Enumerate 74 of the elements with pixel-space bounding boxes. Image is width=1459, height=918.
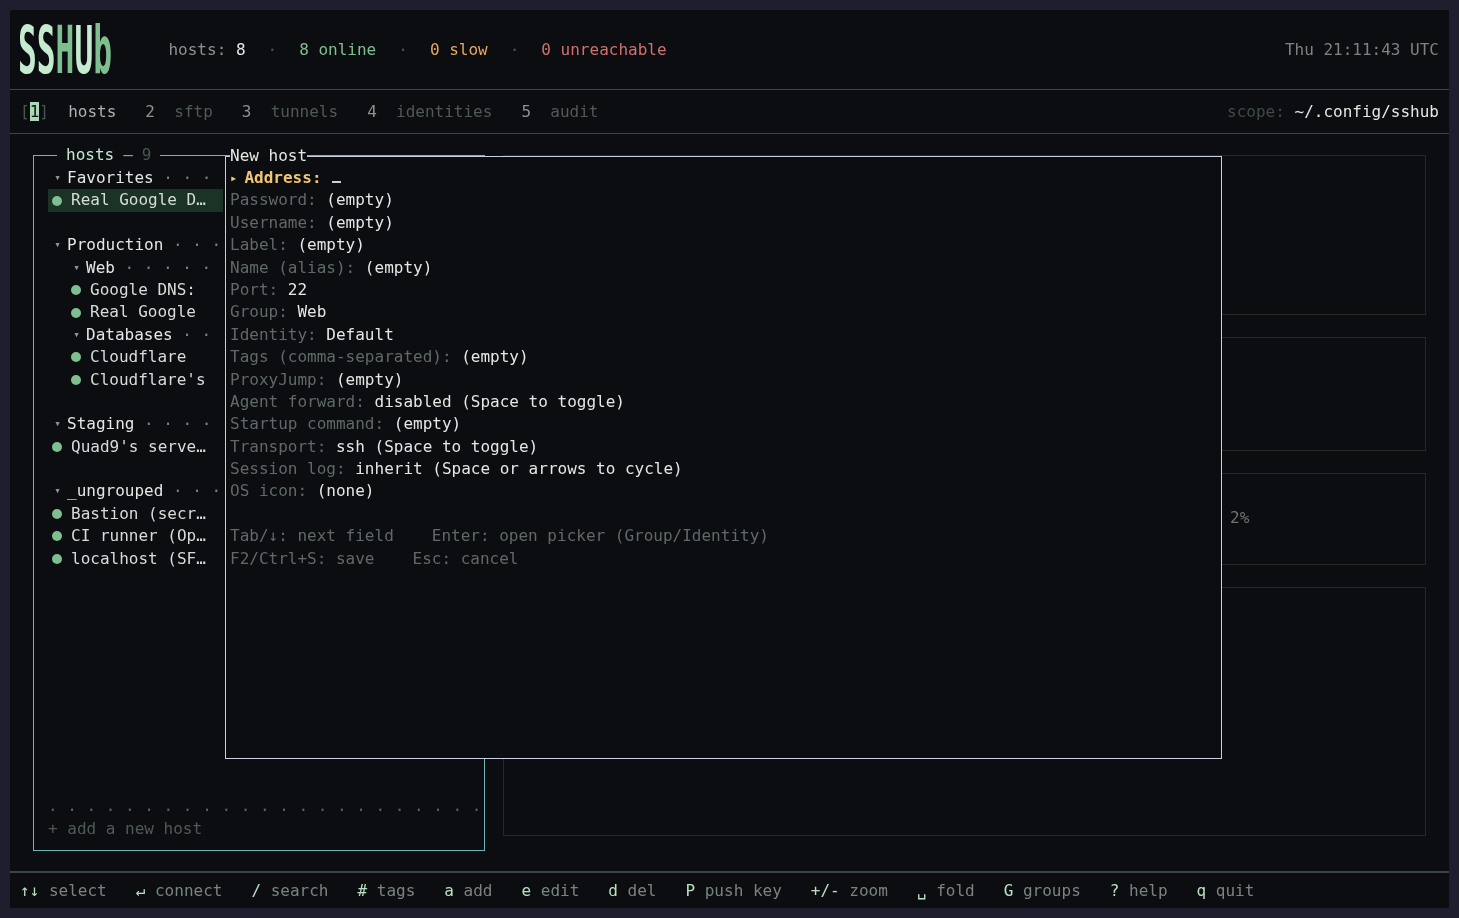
slow-count: 0 slow bbox=[429, 40, 488, 59]
host-row[interactable]: Cloudflare bbox=[48, 346, 223, 369]
tab[interactable]: 5 audit bbox=[521, 102, 599, 121]
key-hint: ? help bbox=[1109, 881, 1168, 900]
logo-wordmark: SSHUb bbox=[18, 16, 112, 83]
caret-icon[interactable]: ▾ bbox=[67, 323, 86, 347]
form-field[interactable]: Group: Web bbox=[230, 301, 1217, 324]
form-field[interactable]: ▸ Address: bbox=[230, 167, 1217, 190]
host-row[interactable]: localhost (SF… bbox=[48, 547, 223, 571]
tab[interactable]: 3 tunnels bbox=[241, 102, 339, 121]
group-label[interactable]: Favorites · · · bbox=[67, 167, 212, 190]
text-cursor bbox=[331, 181, 341, 183]
host-row[interactable]: CI runner (Op… bbox=[48, 525, 223, 548]
caret-icon[interactable]: ▾ bbox=[48, 167, 67, 190]
form-field[interactable]: ProxyJump: (empty) bbox=[230, 368, 1217, 391]
caret-icon[interactable]: ▾ bbox=[48, 413, 67, 436]
form-field[interactable]: Password: (empty) bbox=[230, 189, 1217, 212]
form-field[interactable]: Port: 22 bbox=[230, 278, 1217, 302]
key-hint: P push key bbox=[685, 881, 782, 900]
host-row[interactable]: Cloudflare's bbox=[48, 368, 223, 391]
key-hint: F2/Ctrl+S: save bbox=[230, 547, 375, 570]
key-hint: Tab/↓: next field bbox=[230, 525, 394, 548]
tab[interactable]: 2 sftp bbox=[145, 102, 213, 121]
tab[interactable]: 4 identities bbox=[367, 102, 493, 121]
separator-dot: · bbox=[267, 40, 278, 59]
form-field[interactable]: Agent forward: disabled (Space to toggle) bbox=[230, 390, 1217, 414]
form-field[interactable]: Session log: inherit (Space or arrows to cycle) bbox=[230, 458, 1217, 481]
form-field[interactable]: Tags (comma-separated): (empty) bbox=[230, 346, 1217, 369]
usage-reading: 2% bbox=[1230, 508, 1250, 527]
key-hint: +/- zoom bbox=[810, 881, 888, 900]
title-dash: — bbox=[123, 143, 133, 166]
unreachable-count: 0 unreachable bbox=[541, 40, 667, 59]
dotted-rule: . . . . . . . . . . . . . . . . . . . . . . . bbox=[48, 795, 483, 818]
form-field[interactable]: OS icon: (none) bbox=[230, 480, 1217, 503]
separator-dot: · bbox=[509, 40, 520, 59]
panel-title: hosts bbox=[65, 143, 116, 166]
host-row[interactable]: Real Google bbox=[48, 301, 223, 324]
key-hint: ↵ connect bbox=[135, 881, 223, 900]
host-count: hosts: 8 bbox=[168, 40, 246, 59]
key-hint: G groups bbox=[1003, 881, 1081, 900]
key-hint: ␣ fold bbox=[916, 881, 975, 900]
form-field[interactable]: Label: (empty) bbox=[230, 234, 1217, 257]
key-hint: q quit bbox=[1196, 881, 1255, 900]
caret-icon[interactable]: ▾ bbox=[48, 480, 67, 503]
key-hint: e edit bbox=[521, 881, 580, 900]
key-hint: / search bbox=[251, 881, 329, 900]
form-field[interactable]: Name (alias): (empty) bbox=[230, 256, 1217, 279]
host-row[interactable]: Quad9's serve… bbox=[48, 435, 223, 459]
online-count: 8 online bbox=[299, 40, 377, 59]
form-field[interactable]: Transport: ssh (Space to toggle) bbox=[230, 435, 1217, 459]
scope-path: scope: ~/.config/sshub bbox=[1227, 102, 1439, 121]
group-label[interactable]: Databases · · bbox=[86, 323, 212, 347]
host-count: 9 bbox=[140, 143, 153, 166]
separator-dot: · bbox=[398, 40, 408, 59]
clock: Thu 21:11:43 UTC bbox=[1284, 40, 1439, 59]
key-hint: # tags bbox=[357, 881, 416, 900]
host-row[interactable]: Bastion (secr… bbox=[48, 502, 223, 526]
group-label[interactable]: Production · · · bbox=[67, 234, 222, 257]
caret-icon[interactable]: ▾ bbox=[48, 234, 67, 257]
form-field[interactable]: Startup command: (empty) bbox=[230, 413, 1217, 436]
host-row[interactable]: Google DNS: bbox=[48, 278, 223, 302]
group-label[interactable]: Staging · · · · bbox=[67, 413, 212, 436]
key-hint: a add bbox=[444, 881, 493, 900]
key-hint: d del bbox=[608, 881, 657, 900]
key-hint: Enter: open picker (Group/Identity) bbox=[431, 525, 769, 548]
key-hint: Esc: cancel bbox=[412, 547, 519, 570]
caret-icon[interactable]: ▾ bbox=[67, 256, 86, 279]
form-field[interactable]: Identity: Default bbox=[230, 323, 1217, 347]
key-hint: ↑↓ select bbox=[20, 881, 107, 900]
tab[interactable]: [1] hosts bbox=[20, 102, 117, 121]
group-label[interactable]: _ungrouped · · · bbox=[67, 480, 222, 503]
form-field[interactable]: Username: (empty) bbox=[230, 211, 1217, 235]
group-label[interactable]: Web · · · · · bbox=[86, 256, 212, 279]
host-row[interactable]: Real Google D… bbox=[48, 189, 223, 212]
